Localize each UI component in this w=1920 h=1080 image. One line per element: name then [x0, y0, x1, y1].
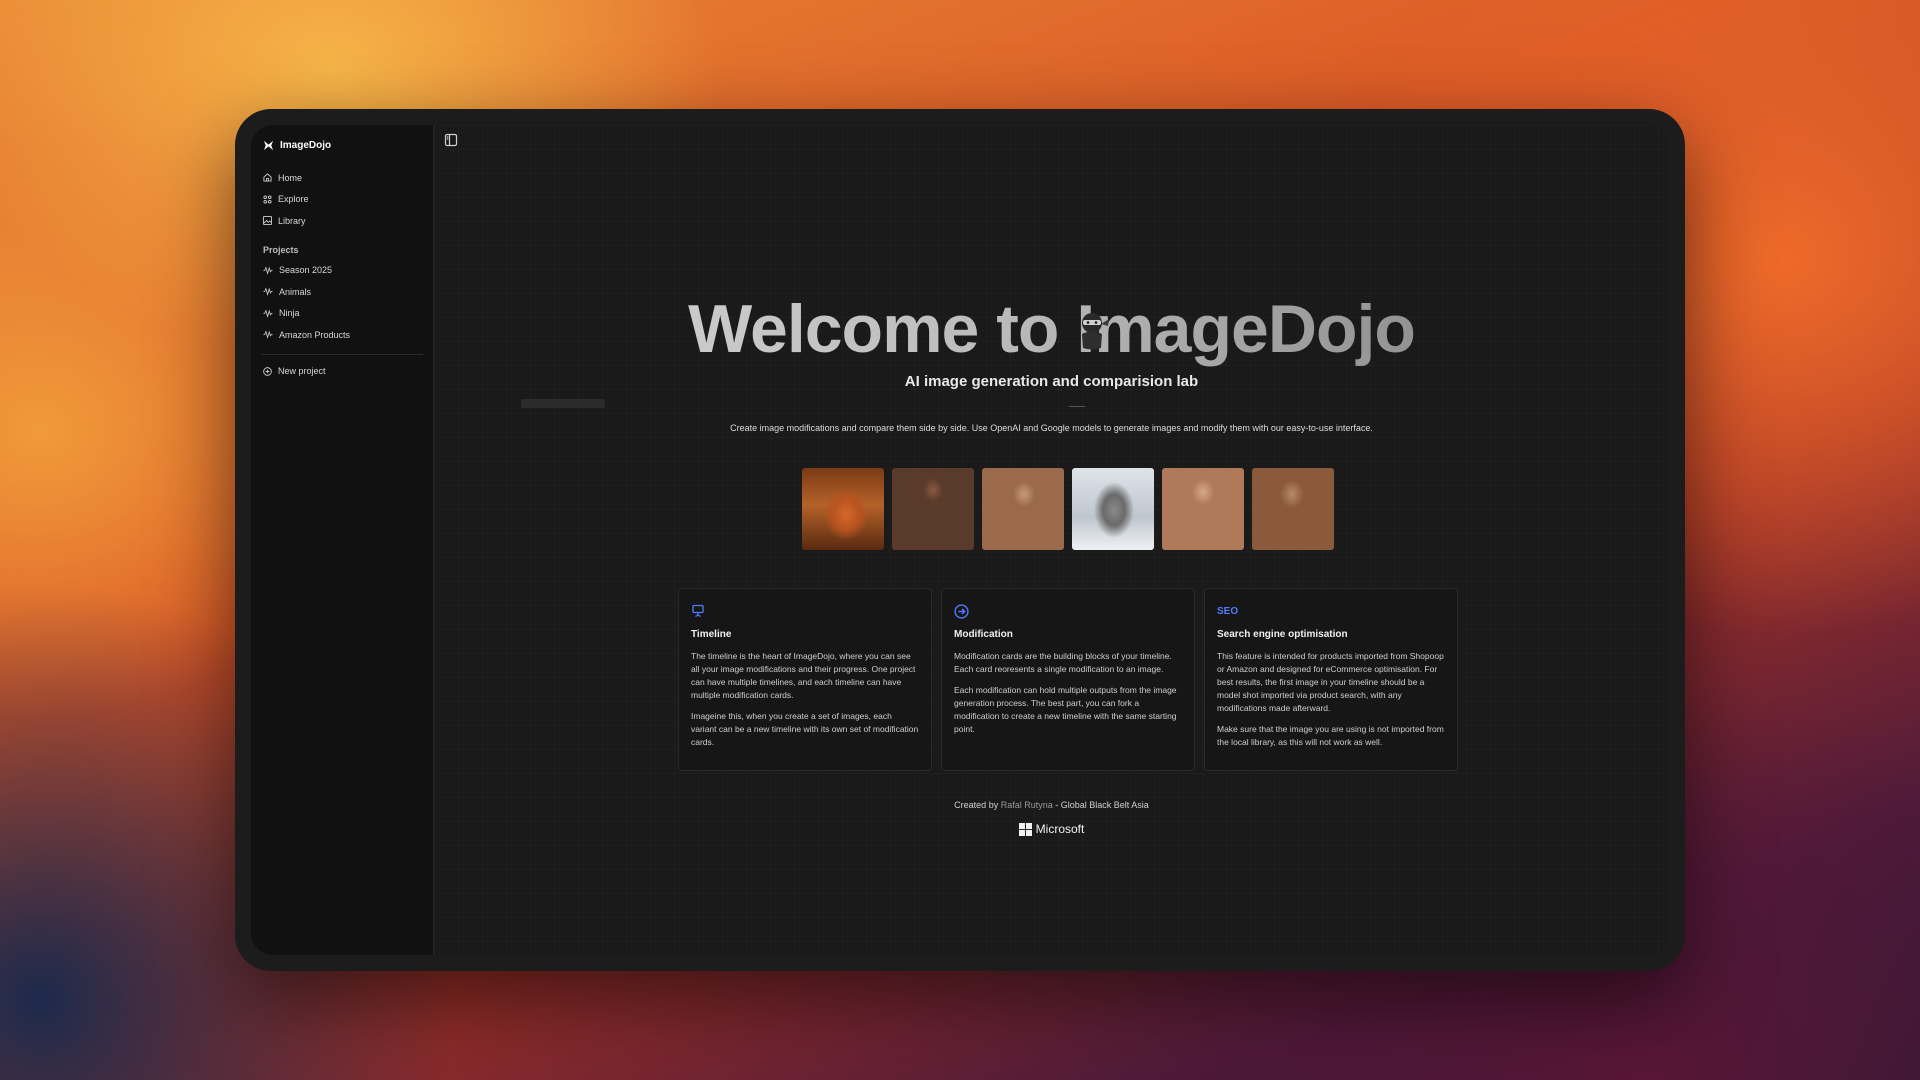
- gallery-image-man-laptop[interactable]: [982, 468, 1064, 550]
- ninja-mascot-icon: [1082, 313, 1109, 350]
- waveform-icon: [263, 266, 273, 275]
- sidebar: ImageDojo Home Explore Library Projects …: [251, 125, 434, 955]
- gallery-image-man-drill[interactable]: [1252, 468, 1334, 550]
- app-window: ImageDojo Home Explore Library Projects …: [251, 125, 1669, 955]
- waveform-icon: [263, 330, 273, 340]
- main-content: Welcome to ImageDojo AI image generation…: [434, 125, 1669, 955]
- sidebar-item-home[interactable]: Home: [259, 167, 425, 189]
- arrow-circle-icon: [954, 603, 969, 619]
- device-frame: ImageDojo Home Explore Library Projects …: [235, 109, 1685, 971]
- sidebar-item-label: Animals: [279, 286, 312, 297]
- waveform-icon: [263, 287, 273, 297]
- presentation-icon: [692, 604, 704, 618]
- sidebar-item-project[interactable]: Amazon Products: [259, 324, 425, 346]
- sidebar-item-label: Library: [278, 215, 306, 226]
- footer-credit: Created by Rafal Rutyna - Global Black B…: [434, 800, 1669, 810]
- card-text: Modification cards are the building bloc…: [954, 651, 1172, 674]
- feature-card-timeline: Timeline The timeline is the heart of Im…: [678, 588, 932, 771]
- page-subtitle: AI image generation and comparision lab: [904, 373, 1199, 390]
- sidebar-item-library[interactable]: Library: [259, 210, 425, 232]
- author-link[interactable]: Rafal Rutyna: [1001, 800, 1053, 810]
- card-text: Make sure that the image you are using i…: [1217, 724, 1444, 747]
- grid-icon: [263, 195, 272, 204]
- microsoft-windows-icon: [1018, 822, 1032, 836]
- sidebar-item-label: Season 2025: [279, 265, 333, 276]
- page-description: Create image modifications and compare t…: [730, 423, 1373, 433]
- image-gallery: [802, 468, 1334, 550]
- microsoft-logo: Microsoft: [434, 822, 1669, 836]
- gallery-image-wolf[interactable]: [1072, 468, 1154, 550]
- feature-card-modification: Modification Modification cards are the …: [941, 588, 1195, 771]
- new-project-button[interactable]: New project: [259, 361, 425, 383]
- card-title: Modification: [954, 629, 1013, 640]
- feature-cards: Timeline The timeline is the heart of Im…: [678, 588, 1458, 771]
- brand[interactable]: ImageDojo: [259, 135, 425, 155]
- gallery-image-woman-red[interactable]: [892, 468, 974, 550]
- gallery-image-woman-flowers[interactable]: [1162, 468, 1244, 550]
- brand-label: ImageDojo: [280, 139, 332, 151]
- sidebar-item-label: Ninja: [279, 308, 300, 319]
- projects-heading: Projects: [263, 244, 299, 255]
- card-text: Each modification can hold multiple outp…: [954, 685, 1177, 734]
- gallery-image-fox[interactable]: [802, 468, 884, 550]
- sidebar-item-label: Explore: [278, 194, 309, 205]
- image-icon: [263, 216, 272, 226]
- sidebar-divider: [261, 353, 423, 355]
- sidebar-item-project[interactable]: Ninja: [259, 303, 425, 325]
- sidebar-item-project[interactable]: Animals: [259, 281, 425, 303]
- seo-icon: SEO: [1217, 605, 1239, 617]
- hero-divider: [1069, 406, 1085, 407]
- page-title: Welcome to ImageDojo: [434, 290, 1669, 368]
- waveform-icon: [263, 309, 273, 318]
- sidebar-item-label: Amazon Products: [279, 329, 351, 340]
- feature-card-seo: SEO Search engine optimisation This feat…: [1204, 588, 1458, 771]
- home-icon: [263, 173, 272, 182]
- new-project-label: New project: [278, 366, 326, 377]
- card-text: This feature is intended for products im…: [1217, 651, 1444, 713]
- plus-circle-icon: [263, 366, 272, 376]
- credit-prefix: Created by: [954, 800, 999, 810]
- ninja-logo-icon: [263, 140, 274, 150]
- card-title: Timeline: [691, 629, 732, 640]
- microsoft-label: Microsoft: [1035, 822, 1085, 836]
- card-text: Imageine this, when you create a set of …: [691, 711, 919, 747]
- sidebar-item-label: Home: [278, 172, 303, 183]
- card-title: Search engine optimisation: [1217, 629, 1348, 640]
- card-text: The timeline is the heart of ImageDojo, …: [691, 651, 916, 700]
- loading-placeholder: [521, 399, 605, 408]
- sidebar-item-project[interactable]: Season 2025: [259, 260, 425, 282]
- credit-suffix: - Global Black Belt Asia: [1055, 800, 1149, 810]
- sidebar-item-explore[interactable]: Explore: [259, 189, 425, 211]
- sidebar-toggle-icon[interactable]: [444, 133, 458, 147]
